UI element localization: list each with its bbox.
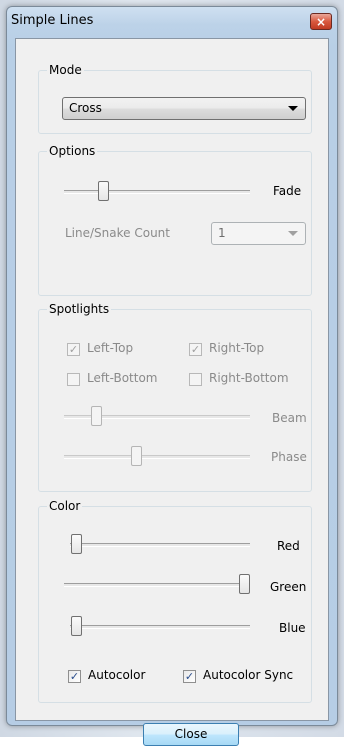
left-bottom-checkbox[interactable] [67, 373, 80, 386]
checkmark-icon: ✓ [184, 670, 195, 683]
red-slider-thumb[interactable] [71, 534, 82, 554]
phase-slider-thumb[interactable] [131, 446, 143, 466]
green-slider[interactable] [64, 572, 250, 596]
dialog-window: Simple Lines × Mode Cross Options Fade L… [6, 6, 338, 746]
color-group-label: Color [47, 498, 83, 514]
spotlights-group-label: Spotlights [47, 301, 112, 317]
autocolor-sync-label: Autocolor Sync [203, 668, 294, 682]
phase-slider-track [64, 455, 250, 459]
blue-slider[interactable] [70, 614, 250, 638]
right-top-checkbox[interactable]: ✓ [189, 343, 202, 356]
close-button[interactable]: Close [143, 723, 239, 746]
red-slider-track [70, 543, 250, 547]
blue-label: Blue [279, 621, 306, 635]
close-button-label: Close [174, 727, 208, 741]
green-slider-thumb[interactable] [239, 574, 250, 594]
red-label: Red [277, 539, 300, 553]
checkmark-icon: ✓ [69, 670, 80, 683]
blue-slider-track [70, 625, 250, 629]
right-bottom-label: Right-Bottom [209, 371, 289, 385]
mode-dropdown[interactable]: Cross [62, 97, 306, 120]
green-label: Green [270, 580, 307, 594]
fade-label: Fade [273, 184, 302, 198]
chevron-down-icon [288, 231, 298, 236]
mode-dropdown-value: Cross [69, 101, 102, 115]
mode-group-label: Mode [47, 62, 84, 78]
beam-label: Beam [272, 411, 307, 425]
blue-slider-thumb[interactable] [71, 616, 82, 636]
right-top-label: Right-Top [209, 341, 265, 355]
window-close-button[interactable]: × [310, 13, 332, 30]
left-top-label: Left-Top [87, 341, 134, 355]
title-bar[interactable]: Simple Lines × [7, 7, 337, 37]
left-bottom-label: Left-Bottom [87, 371, 158, 385]
fade-slider-track [64, 190, 250, 194]
dialog-client-area: Mode Cross Options Fade Line/Snake Count… [15, 38, 329, 746]
chevron-down-icon [288, 106, 298, 111]
left-top-checkbox[interactable]: ✓ [67, 343, 80, 356]
green-slider-track [64, 583, 250, 587]
autocolor-checkbox[interactable]: ✓ [68, 670, 81, 683]
line-count-label: Line/Snake Count [65, 226, 170, 240]
right-bottom-checkbox[interactable] [189, 373, 202, 386]
red-slider[interactable] [70, 532, 250, 556]
fade-slider[interactable] [64, 179, 250, 203]
checkmark-icon: ✓ [68, 343, 79, 356]
phase-label: Phase [271, 450, 307, 464]
options-group-label: Options [47, 143, 98, 159]
fade-slider-thumb[interactable] [98, 181, 110, 201]
beam-slider[interactable] [64, 404, 250, 428]
autocolor-sync-checkbox[interactable]: ✓ [183, 670, 196, 683]
close-icon: × [315, 15, 327, 29]
beam-slider-thumb[interactable] [91, 406, 103, 426]
line-count-dropdown[interactable]: 1 [211, 222, 306, 245]
autocolor-label: Autocolor [88, 668, 146, 682]
window-title: Simple Lines [11, 13, 94, 28]
checkmark-icon: ✓ [190, 343, 201, 356]
line-count-value: 1 [218, 226, 226, 240]
phase-slider[interactable] [64, 444, 250, 468]
